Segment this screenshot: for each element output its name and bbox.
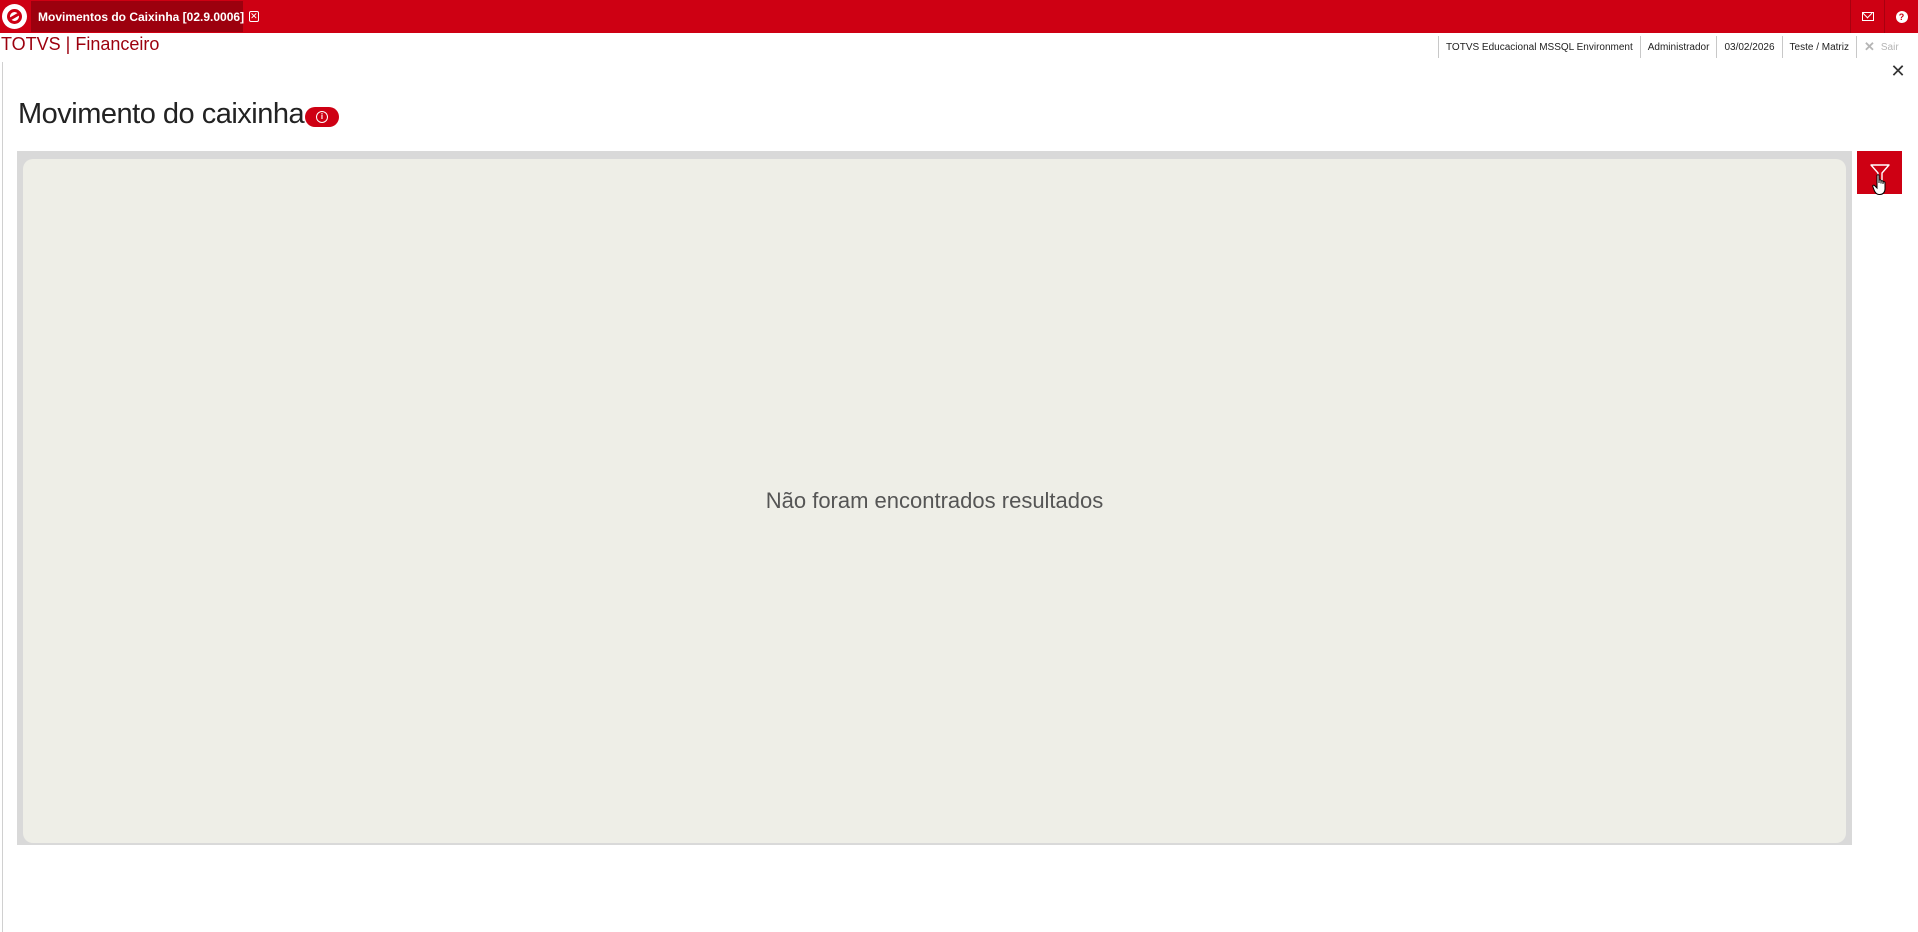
totvs-logo-icon [2, 4, 27, 29]
tab-movimentos-do-caixinha[interactable]: Movimentos do Caixinha [02.9.0006] ✕ [31, 1, 259, 32]
results-panel: Não foram encontrados resultados [17, 151, 1852, 845]
exit-label: Sair [1880, 41, 1899, 53]
app-logo[interactable] [0, 0, 29, 33]
mail-icon [1861, 12, 1874, 21]
help-button[interactable]: ? [1884, 0, 1918, 33]
results-area: Não foram encontrados resultados [23, 159, 1846, 843]
status-environment[interactable]: TOTVS Educacional MSSQL Environment [1438, 36, 1640, 58]
top-bar: Movimentos do Caixinha [02.9.0006] ✕ ? [0, 0, 1918, 33]
mail-button[interactable] [1850, 0, 1884, 33]
tab-close-icon[interactable]: ✕ [249, 11, 259, 22]
page-close-icon[interactable]: ✕ [1889, 62, 1907, 80]
content-left-border [2, 62, 3, 932]
help-icon: ? [1895, 10, 1908, 23]
close-icon: ✕ [1863, 39, 1875, 54]
info-icon: i [316, 111, 328, 123]
status-date[interactable]: 03/02/2026 [1716, 36, 1781, 58]
product-brand: TOTVS | Financeiro [1, 34, 160, 54]
hand-cursor-icon [1872, 174, 1886, 195]
status-company[interactable]: Teste / Matriz [1781, 36, 1856, 58]
info-button[interactable]: i [305, 107, 339, 127]
session-status-bar: TOTVS Educacional MSSQL Environment Admi… [1438, 36, 1906, 58]
status-user[interactable]: Administrador [1639, 36, 1717, 58]
page-title: Movimento do caixinha [18, 98, 305, 130]
exit-button[interactable]: ✕ Sair [1855, 36, 1906, 58]
tab-label: Movimentos do Caixinha [02.9.0006] [38, 9, 245, 24]
empty-results-message: Não foram encontrados resultados [765, 488, 1104, 513]
